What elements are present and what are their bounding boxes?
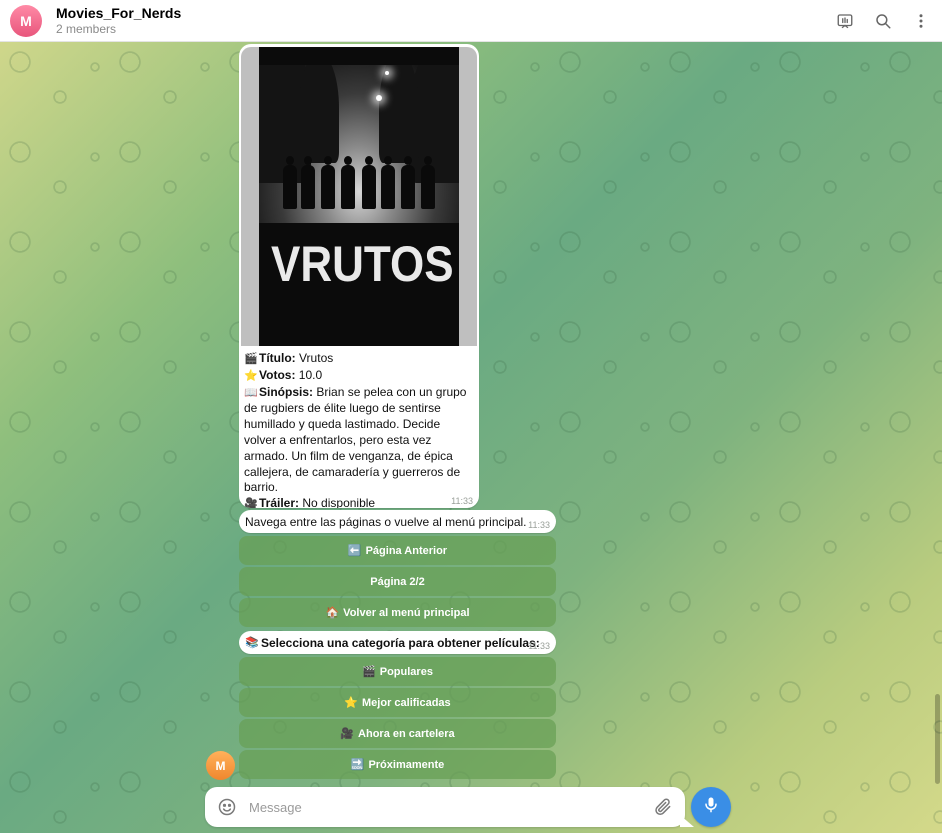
poster-artwork: VRUTOS [259,47,459,346]
nav-message-text: Navega entre las páginas o vuelve al men… [245,514,527,529]
more-vertical-icon[interactable] [912,12,930,30]
category-message-text: Selecciona una categoría para obtener pe… [261,635,540,650]
movie-title-line: 🎬Título: Vrutos [244,351,471,368]
votes-value: 10.0 [298,367,323,382]
search-icon[interactable] [874,12,892,30]
message-input[interactable] [249,799,653,815]
button-label: Volver al menú principal [343,606,470,619]
title-value: Vrutos [299,351,334,365]
movie-votes-line: ⭐Votos: 10.0 [244,368,471,385]
left-arrow-icon: ⬅️ [347,545,362,557]
video-chat-icon[interactable] [836,12,854,30]
message-time: 11:33 [451,496,473,506]
message-time: 11:33 [528,520,550,530]
button-label: Populares [379,665,433,678]
page-indicator-button[interactable]: Página 2/2 [239,567,556,596]
synopsis-value: Brian se pelea con un grupo de rugbiers … [244,384,467,495]
poster-title-text: VRUTOS [271,236,454,292]
previous-page-button[interactable]: ⬅️ Página Anterior [239,536,556,565]
button-label: Página Anterior [365,544,448,557]
button-label: Mejor calificadas [362,696,451,709]
sender-avatar[interactable]: M [206,751,235,780]
now-playing-button[interactable]: 🎥 Ahora en cartelera [239,719,556,748]
main-menu-button[interactable]: 🏠 Volver al menú principal [239,598,556,627]
book-icon: 📖 [244,386,258,399]
microphone-icon [701,795,721,820]
movie-message: VRUTOS 🎬Título: Vrutos ⭐Votos: 10.0 📖Sin… [239,44,479,508]
trailer-label: Tráiler: [259,496,300,508]
books-icon: 📚 [245,637,259,649]
movie-caption: 🎬Título: Vrutos ⭐Votos: 10.0 📖Sinópsis: … [239,346,479,508]
scrollbar[interactable] [935,694,940,784]
synopsis-label: Sinópsis: [259,384,314,399]
camera-icon: 🎥 [340,728,355,740]
camera-icon: 🎥 [244,498,258,508]
button-label: Página 2/2 [370,575,425,588]
button-label: Próximamente [368,758,445,771]
attach-icon[interactable] [653,797,673,817]
chat-title: Movies_For_Nerds [56,4,182,21]
title-label: Título: [259,351,296,365]
microphone-button[interactable] [691,787,731,827]
votes-label: Votos: [259,367,296,382]
top-rated-button[interactable]: ⭐ Mejor calificadas [239,688,556,717]
clapper-icon: 🎬 [244,353,258,365]
message-time: 11:33 [528,641,550,651]
chat-header: M Movies_For_Nerds 2 members [0,0,942,42]
emoji-icon[interactable] [217,797,237,817]
star-icon: ⭐ [244,369,258,382]
chat-info[interactable]: Movies_For_Nerds 2 members [56,5,181,37]
nav-message: Navega entre las páginas o vuelve al men… [239,510,556,533]
popular-button[interactable]: 🎬 Populares [239,657,556,686]
star-icon: ⭐ [344,697,359,709]
trailer-value: No disponible [302,496,376,508]
poster-photo [259,65,459,223]
chat-member-count: 2 members [56,21,117,36]
clapper-icon: 🎬 [362,666,376,678]
chat-avatar[interactable]: M [10,4,42,37]
upcoming-button[interactable]: 🔜 Próximamente [239,750,556,779]
category-message: 📚 Selecciona una categoría para obtener … [239,631,556,654]
header-actions [836,12,930,30]
movie-trailer-line: 🎥Tráiler: No disponible [244,496,471,508]
composer-tail [680,815,694,827]
button-label: Ahora en cartelera [358,727,455,740]
movie-synopsis-line: 📖Sinópsis: Brian se pelea con un grupo d… [244,385,471,497]
message-composer [205,787,685,827]
soon-arrow-icon: 🔜 [350,759,365,771]
movie-poster[interactable]: VRUTOS [241,47,477,346]
home-icon: 🏠 [325,607,340,619]
